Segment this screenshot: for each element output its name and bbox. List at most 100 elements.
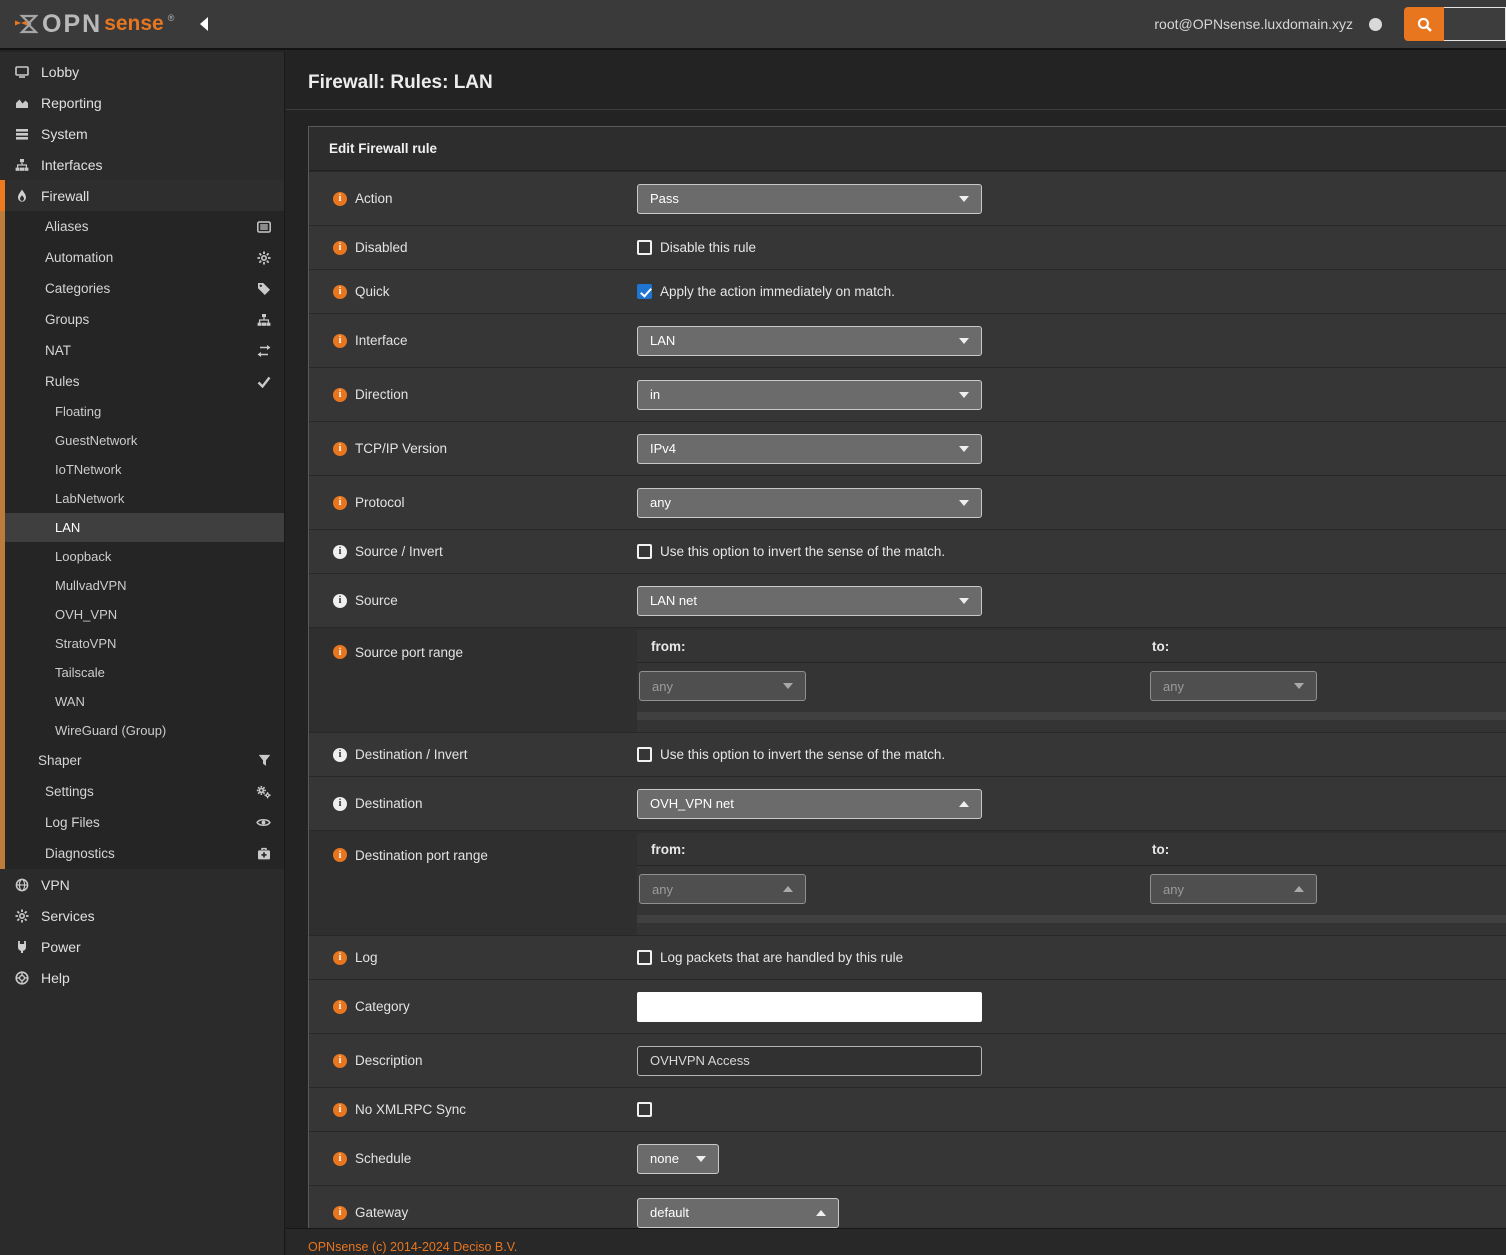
sidebar-item-services[interactable]: Services [0, 900, 284, 931]
deciso-footer-link[interactable]: Deciso B.V. [453, 1240, 517, 1254]
chevron-down-icon [1294, 683, 1304, 689]
info-icon[interactable] [333, 496, 347, 510]
sidebar-item-label: System [41, 126, 88, 142]
opnsense-footer-link[interactable]: OPNsense [308, 1240, 368, 1254]
gateway-select[interactable]: default [637, 1198, 839, 1228]
direction-select[interactable]: in [637, 380, 982, 410]
sidebar-item-automation[interactable]: Automation [0, 242, 284, 273]
description-row: Description [309, 1033, 1506, 1087]
horizontal-scrollbar[interactable] [637, 915, 1506, 923]
destination-select[interactable]: OVH_VPN net [637, 789, 982, 819]
search-button[interactable] [1404, 7, 1444, 41]
sidebar-item-aliases[interactable]: Aliases [0, 211, 284, 242]
sidebar-item-label: Categories [45, 281, 110, 296]
log-checkbox[interactable] [637, 950, 652, 965]
info-icon[interactable] [333, 285, 347, 299]
info-icon[interactable] [333, 1054, 347, 1068]
destination-invert-checkbox[interactable] [637, 747, 652, 762]
info-icon[interactable] [333, 442, 347, 456]
source-port-to-select[interactable]: any [1150, 671, 1317, 701]
sidebar-item-categories[interactable]: Categories [0, 273, 284, 304]
sidebar-item-help[interactable]: Help [0, 962, 284, 993]
sidebar-collapse-chevron-icon[interactable] [200, 17, 208, 31]
sidebar-item-loopback[interactable]: Loopback [0, 542, 284, 571]
page-title: Firewall: Rules: LAN [286, 52, 1506, 110]
sidebar-item-interfaces[interactable]: Interfaces [0, 149, 284, 180]
description-input[interactable] [637, 1046, 982, 1076]
sidebar-item-ovh-vpn[interactable]: OVH_VPN [0, 600, 284, 629]
no-xmlrpc-row: No XMLRPC Sync [309, 1087, 1506, 1131]
info-icon[interactable] [333, 848, 347, 862]
field-label: Direction [355, 387, 408, 402]
horizontal-scrollbar[interactable] [637, 712, 1506, 720]
quick-checkbox[interactable] [637, 284, 652, 299]
sidebar-item-stratovpn[interactable]: StratoVPN [0, 629, 284, 658]
info-icon[interactable] [333, 1000, 347, 1014]
sidebar-item-reporting[interactable]: Reporting [0, 87, 284, 118]
sidebar-item-label: Diagnostics [45, 846, 115, 861]
info-icon[interactable] [333, 748, 347, 762]
sidebar-item-iotnetwork[interactable]: IoTNetwork [0, 455, 284, 484]
source-invert-checkbox[interactable] [637, 544, 652, 559]
sidebar-item-groups[interactable]: Groups [0, 304, 284, 335]
no-xmlrpc-checkbox[interactable] [637, 1102, 652, 1117]
chevron-up-icon [1294, 886, 1304, 892]
field-label: Destination port range [355, 848, 488, 863]
info-icon[interactable] [333, 645, 347, 659]
info-icon[interactable] [333, 192, 347, 206]
sidebar-item-tailscale[interactable]: Tailscale [0, 658, 284, 687]
interface-select[interactable]: LAN [637, 326, 982, 356]
info-icon[interactable] [333, 388, 347, 402]
destination-invert-row: Destination / Invert Use this option to … [309, 732, 1506, 776]
sidebar-item-shaper[interactable]: Shaper [0, 745, 284, 776]
destination-port-from-select[interactable]: any [639, 874, 806, 904]
field-label: Description [355, 1053, 423, 1068]
info-icon[interactable] [333, 1103, 347, 1117]
info-icon[interactable] [333, 594, 347, 608]
schedule-select[interactable]: none [637, 1144, 719, 1174]
action-select[interactable]: Pass [637, 184, 982, 214]
info-icon[interactable] [333, 1206, 347, 1220]
source-port-from-select[interactable]: any [639, 671, 806, 701]
source-row: Source LAN net [309, 573, 1506, 627]
sidebar-item-wan[interactable]: WAN [0, 687, 284, 716]
sidebar-item-lobby[interactable]: Lobby [0, 56, 284, 87]
opnsense-logo[interactable]: OPNsense® [14, 10, 174, 39]
info-icon[interactable] [333, 951, 347, 965]
field-label: Destination / Invert [355, 747, 468, 762]
info-icon[interactable] [333, 241, 347, 255]
sidebar-item-label: Shaper [38, 753, 82, 768]
sidebar-item-guestnetwork[interactable]: GuestNetwork [0, 426, 284, 455]
sidebar-item-nat[interactable]: NAT [0, 335, 284, 366]
selected-value: default [650, 1205, 689, 1220]
sidebar-item-wireguard-group[interactable]: WireGuard (Group) [0, 716, 284, 745]
sidebar-item-log-files[interactable]: Log Files [0, 807, 284, 838]
sidebar-item-label: Automation [45, 250, 113, 265]
sidebar-item-mullvadvpn[interactable]: MullvadVPN [0, 571, 284, 600]
sidebar-item-firewall[interactable]: Firewall [0, 180, 284, 211]
check-icon [257, 375, 271, 389]
sidebar-item-system[interactable]: System [0, 118, 284, 149]
sidebar-item-lan[interactable]: LAN [0, 513, 284, 542]
sidebar-item-floating[interactable]: Floating [0, 397, 284, 426]
protocol-select[interactable]: any [637, 488, 982, 518]
sidebar-item-vpn[interactable]: VPN [0, 869, 284, 900]
search-input[interactable] [1444, 7, 1506, 41]
globe-icon [13, 878, 31, 892]
tcpip-version-select[interactable]: IPv4 [637, 434, 982, 464]
sidebar-item-settings[interactable]: Settings [0, 776, 284, 807]
info-icon[interactable] [333, 334, 347, 348]
disabled-checkbox[interactable] [637, 240, 652, 255]
destination-port-to-select[interactable]: any [1150, 874, 1317, 904]
gear-icon [13, 909, 31, 923]
field-label: Disabled [355, 240, 408, 255]
info-icon[interactable] [333, 797, 347, 811]
sidebar-item-labnetwork[interactable]: LabNetwork [0, 484, 284, 513]
sidebar-item-diagnostics[interactable]: Diagnostics [0, 838, 284, 869]
sidebar-item-rules[interactable]: Rules [0, 366, 284, 397]
source-select[interactable]: LAN net [637, 586, 982, 616]
category-input[interactable] [637, 992, 982, 1022]
sidebar-item-power[interactable]: Power [0, 931, 284, 962]
info-icon[interactable] [333, 1152, 347, 1166]
info-icon[interactable] [333, 545, 347, 559]
